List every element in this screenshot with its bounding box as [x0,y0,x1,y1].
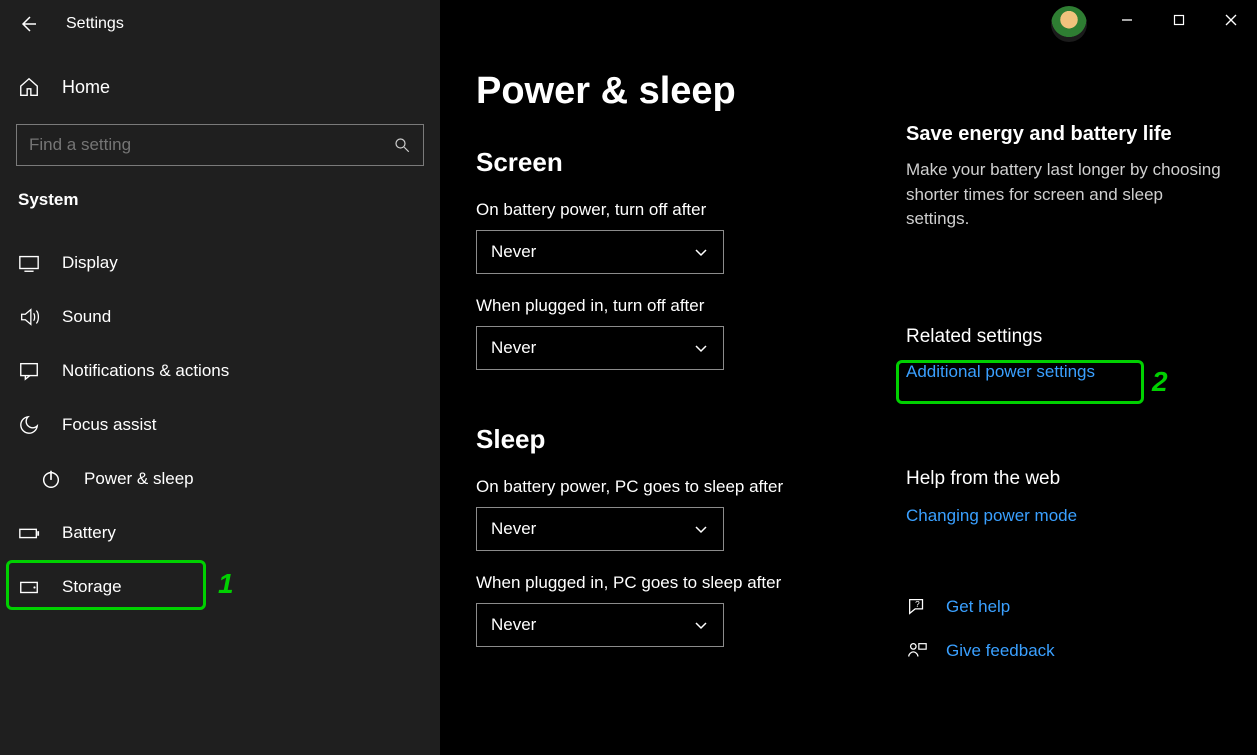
dropdown-value: Never [491,519,536,539]
maximize-button[interactable] [1153,0,1205,40]
sidebar-item-label: Sound [62,307,111,327]
sidebar-item-label: Battery [62,523,116,543]
sleep-battery-dropdown[interactable]: Never [476,507,724,551]
energy-text: Make your battery last longer by choosin… [906,158,1226,232]
sidebar-item-label: Storage [62,577,122,597]
battery-icon [18,522,40,544]
notifications-icon [18,360,40,382]
close-icon [1225,14,1237,26]
arrow-left-icon [18,14,38,34]
sidebar: Settings Home System Display [0,0,440,755]
aside-column: Save energy and battery life Make your b… [896,123,1226,662]
window-controls [1101,0,1257,40]
chevron-down-icon [693,340,709,356]
chevron-down-icon [693,244,709,260]
sleep-plugged-dropdown[interactable]: Never [476,603,724,647]
help-icon: ? [906,596,928,618]
home-label: Home [62,77,110,98]
screen-plugged-label: When plugged in, turn off after [476,296,896,316]
svg-text:?: ? [915,600,920,609]
close-button[interactable] [1205,0,1257,40]
minimize-icon [1121,14,1133,26]
user-avatar[interactable] [1051,6,1087,42]
dropdown-value: Never [491,338,536,358]
nav-list: Display Sound Notifications & actions Fo… [0,214,440,614]
screen-heading: Screen [476,147,896,178]
minimize-button[interactable] [1101,0,1153,40]
app-title: Settings [66,15,124,33]
settings-window: Settings Home System Display [0,0,1257,755]
energy-title: Save energy and battery life [906,123,1226,146]
sleep-heading: Sleep [476,424,896,455]
content-columns: Screen On battery power, turn off after … [476,123,1257,662]
changing-power-mode-link[interactable]: Changing power mode [906,506,1077,526]
storage-icon [18,576,40,598]
give-feedback-row[interactable]: Give feedback [906,640,1226,662]
search-box[interactable] [16,124,424,166]
category-label: System [0,166,440,214]
sidebar-item-battery[interactable]: Battery [0,506,440,560]
additional-power-link[interactable]: Additional power settings [906,362,1095,382]
get-help-link[interactable]: Get help [946,597,1010,617]
feedback-icon [906,640,928,662]
sidebar-item-sound[interactable]: Sound [0,290,440,344]
screen-battery-label: On battery power, turn off after [476,200,896,220]
sleep-battery-label: On battery power, PC goes to sleep after [476,477,896,497]
display-icon [18,252,40,274]
sidebar-item-power[interactable]: Power & sleep [0,452,440,506]
sidebar-item-label: Power & sleep [84,469,194,489]
sidebar-item-display[interactable]: Display [0,236,440,290]
sidebar-item-notifications[interactable]: Notifications & actions [0,344,440,398]
focus-icon [18,414,40,436]
screen-plugged-dropdown[interactable]: Never [476,326,724,370]
sidebar-item-focus[interactable]: Focus assist [0,398,440,452]
sidebar-item-label: Display [62,253,118,273]
chevron-down-icon [693,521,709,537]
settings-column: Screen On battery power, turn off after … [476,123,896,662]
search-icon [393,136,411,154]
dropdown-value: Never [491,242,536,262]
get-help-row[interactable]: ? Get help [906,596,1226,618]
give-feedback-link[interactable]: Give feedback [946,641,1055,661]
titlebar-left: Settings [0,0,440,48]
sleep-plugged-label: When plugged in, PC goes to sleep after [476,573,896,593]
sidebar-item-label: Notifications & actions [62,361,229,381]
search-input[interactable] [29,135,379,155]
help-title: Help from the web [906,468,1226,490]
back-button[interactable] [18,14,38,34]
screen-battery-dropdown[interactable]: Never [476,230,724,274]
sidebar-item-label: Focus assist [62,415,156,435]
chevron-down-icon [693,617,709,633]
main-area: Power & sleep Screen On battery power, t… [440,0,1257,755]
sound-icon [18,306,40,328]
power-icon [40,468,62,490]
related-title: Related settings [906,326,1226,348]
maximize-icon [1173,14,1185,26]
home-icon [18,76,40,98]
search-wrap [0,116,440,166]
home-nav[interactable]: Home [0,48,440,116]
sidebar-item-storage[interactable]: Storage [0,560,440,614]
dropdown-value: Never [491,615,536,635]
